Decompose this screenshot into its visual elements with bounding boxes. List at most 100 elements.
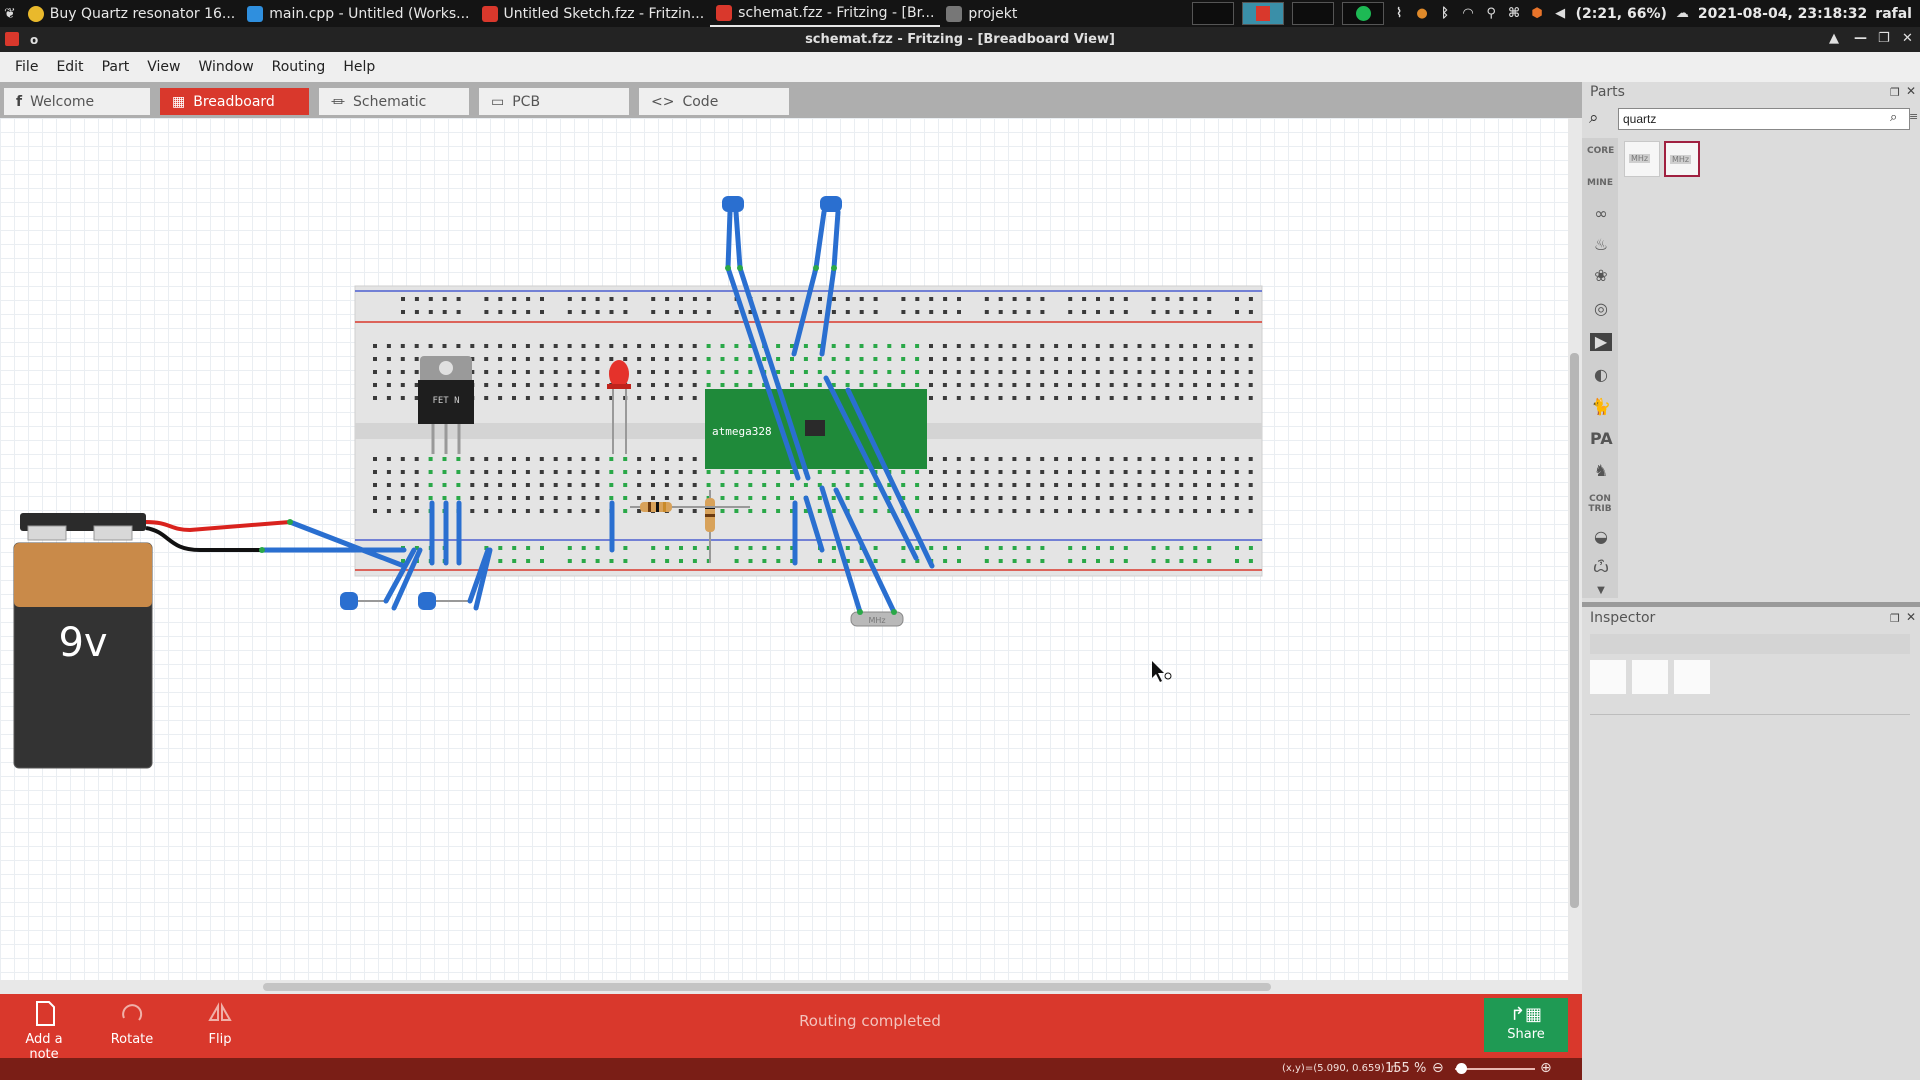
part-result-quartz-2[interactable]: MHz xyxy=(1664,141,1700,177)
cat-bin-icon[interactable]: 🐈 xyxy=(1590,398,1612,416)
location-icon[interactable]: ⚲ xyxy=(1484,6,1499,21)
battery-status[interactable]: (2:21, 66%) xyxy=(1576,6,1667,22)
scroll-down-icon[interactable]: ▼ xyxy=(1590,582,1612,600)
menubar: File Edit Part View Window Routing Help xyxy=(0,52,1920,82)
add-note-button[interactable]: Add a note xyxy=(10,994,78,1062)
vertical-scrollbar[interactable] xyxy=(1568,118,1582,994)
parts-float-icon[interactable]: ❐ xyxy=(1890,86,1900,99)
horizontal-scroll-thumb[interactable] xyxy=(263,983,1271,991)
tab-code[interactable]: <> Code xyxy=(639,88,789,115)
chip-label: atmega328 xyxy=(712,425,772,438)
minimize-icon[interactable]: — xyxy=(1854,31,1867,46)
menu-edit[interactable]: Edit xyxy=(47,59,92,75)
seeed-bin-icon[interactable]: ❀ xyxy=(1590,267,1612,285)
taskbar-task-vscode[interactable]: main.cpp - Untitled (Works... xyxy=(241,0,475,27)
arduino-bin-icon[interactable]: ∞ xyxy=(1590,205,1612,223)
ceramic-capacitor-top-left[interactable] xyxy=(722,196,744,212)
tab-pcb[interactable]: ▭ PCB xyxy=(479,88,629,115)
menu-view[interactable]: View xyxy=(138,59,189,75)
breadboard-canvas[interactable]: 9v FET N atmega328 MHz xyxy=(0,118,1568,994)
pa-bin-icon[interactable]: PA xyxy=(1590,430,1613,448)
regulator-label: FET N xyxy=(432,396,459,406)
menu-file[interactable]: File xyxy=(6,59,47,75)
glasses-bin-icon[interactable]: ѽ xyxy=(1590,558,1612,576)
schematic-icon: ⏛ xyxy=(331,94,345,111)
menu-window[interactable]: Window xyxy=(189,59,262,75)
system-menu-icon[interactable]: ❦ xyxy=(0,0,22,27)
disk-bin-icon[interactable]: ◒ xyxy=(1590,528,1612,546)
notification-icon[interactable]: ☁ xyxy=(1675,6,1690,21)
chrome-icon xyxy=(27,5,44,22)
inspector-image-pcb xyxy=(1674,660,1710,694)
tab-breadboard[interactable]: ▦ Breadboard xyxy=(160,88,309,115)
vscode-icon xyxy=(247,5,264,22)
shield-icon[interactable]: ⬢ xyxy=(1530,6,1545,21)
taskbar-task-fritzing-schemat[interactable]: schemat.fzz - Fritzing - [Br... xyxy=(710,0,941,27)
snootlab-bin-icon[interactable]: ◐ xyxy=(1590,366,1612,384)
tab-welcome[interactable]: f Welcome xyxy=(4,88,150,115)
app-tray-icon[interactable]: ● xyxy=(1415,6,1430,21)
bluetooth-icon[interactable]: ᛒ xyxy=(1438,6,1453,21)
ceramic-capacitor-bottom-left[interactable] xyxy=(340,592,386,610)
zoom-slider[interactable] xyxy=(1455,1068,1535,1070)
tab-schematic[interactable]: ⏛ Schematic xyxy=(319,88,469,115)
menu-routing[interactable]: Routing xyxy=(263,59,335,75)
system-taskbar: ❦ Buy Quartz resonator 16... main.cpp - … xyxy=(0,0,1920,27)
vertical-scroll-thumb[interactable] xyxy=(1570,353,1579,908)
cursor-coordinates: (x,y)=(5.090, 0.659) in xyxy=(1282,1063,1397,1074)
inspector-close-icon[interactable]: ✕ xyxy=(1906,610,1916,624)
username[interactable]: rafal xyxy=(1875,6,1912,22)
rotate-button[interactable]: Rotate xyxy=(104,994,160,1058)
breadboard-scene[interactable]: 9v FET N atmega328 MHz xyxy=(0,118,1568,994)
maximize-icon[interactable]: ❐ xyxy=(1878,31,1890,46)
note-icon xyxy=(36,1001,55,1026)
menu-help[interactable]: Help xyxy=(334,59,384,75)
battery-red-lead[interactable] xyxy=(145,520,291,533)
parts-menu-icon[interactable]: ≡ xyxy=(1909,110,1918,123)
zoom-slider-handle[interactable] xyxy=(1456,1063,1467,1074)
fritzing-f-icon: f xyxy=(16,93,23,110)
workspace-4[interactable] xyxy=(1341,2,1384,25)
bin-contrib[interactable]: CON TRIB xyxy=(1587,494,1613,514)
atmega328-chip[interactable]: atmega328 xyxy=(705,389,927,469)
taskbar-task-folder[interactable]: projekt xyxy=(940,0,1023,27)
status-bar: (x,y)=(5.090, 0.659) in 155 % ⊖ ⊕ xyxy=(0,1058,1582,1080)
network-icon[interactable]: ⌘ xyxy=(1507,6,1522,21)
parts-search-input[interactable] xyxy=(1618,108,1910,130)
workspace-2[interactable] xyxy=(1241,2,1284,25)
rotate-icon xyxy=(122,1004,143,1021)
ceramic-capacitor-bottom-right[interactable] xyxy=(418,592,470,610)
animal-bin-icon[interactable]: ♞ xyxy=(1590,462,1612,480)
inspector-float-icon[interactable]: ❐ xyxy=(1890,612,1900,625)
horizontal-scrollbar[interactable] xyxy=(0,980,1568,994)
paperclip-icon[interactable]: ⌇ xyxy=(1392,6,1407,21)
battery-9v[interactable]: 9v xyxy=(13,513,153,769)
parts-close-icon[interactable]: ✕ xyxy=(1906,84,1916,98)
bin-core[interactable]: CORE xyxy=(1587,146,1614,156)
battery-label: 9v xyxy=(58,620,107,666)
search-icon[interactable]: ⌕ xyxy=(1589,108,1599,128)
close-icon[interactable]: ✕ xyxy=(1902,31,1913,46)
wifi-icon[interactable]: ◠ xyxy=(1461,6,1476,21)
dock-splitter[interactable] xyxy=(1582,602,1920,607)
taskbar-task-fritzing-untitled[interactable]: Untitled Sketch.fzz - Fritzin... xyxy=(476,0,711,27)
intel-bin-icon[interactable]: ◎ xyxy=(1590,300,1612,318)
taskbar-task-browser[interactable]: Buy Quartz resonator 16... xyxy=(22,0,242,27)
sparkfun-bin-icon[interactable]: ♨ xyxy=(1590,236,1612,254)
bin-mine[interactable]: MINE xyxy=(1587,178,1613,188)
menu-part[interactable]: Part xyxy=(93,59,139,75)
flip-button[interactable]: Flip xyxy=(196,994,244,1058)
battery-black-lead[interactable] xyxy=(145,526,262,552)
zoom-out-icon[interactable]: ⊖ xyxy=(1432,1060,1444,1076)
workspace-1[interactable] xyxy=(1191,2,1234,25)
part-result-quartz-1[interactable]: MHz xyxy=(1624,141,1660,177)
media-bin-icon[interactable]: ▶ xyxy=(1590,333,1612,351)
search-submit-icon[interactable]: ⌕ xyxy=(1890,110,1897,125)
zoom-in-icon[interactable]: ⊕ xyxy=(1540,1060,1552,1076)
share-button[interactable]: ↱▦ Share xyxy=(1484,998,1568,1052)
part-result-label: MHz xyxy=(1670,155,1692,164)
shade-icon[interactable]: ▲ xyxy=(1829,31,1839,46)
clock[interactable]: 2021-08-04, 23:18:32 xyxy=(1698,6,1867,22)
workspace-3[interactable] xyxy=(1291,2,1334,25)
volume-icon[interactable]: ◀ xyxy=(1553,6,1568,21)
